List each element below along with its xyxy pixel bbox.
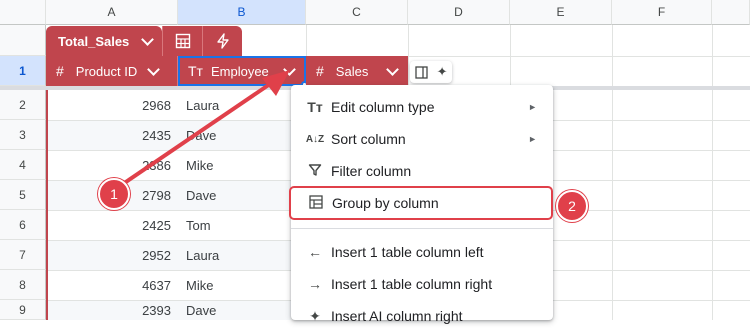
filter-icon bbox=[305, 163, 325, 180]
menu-item-sort-column[interactable]: A↓Z Sort column ► bbox=[291, 123, 553, 155]
menu-item-insert-ai-column-right[interactable]: ✦ Insert AI column right bbox=[291, 300, 553, 332]
menu-item-edit-column-type[interactable]: Tт Edit column type ► bbox=[291, 91, 553, 123]
arrow-left-icon: ← bbox=[308, 244, 322, 260]
menu-item-label: Edit column type bbox=[331, 99, 435, 115]
annotation-badge-1: 1 bbox=[98, 178, 130, 210]
menu-item-label: Insert AI column right bbox=[331, 308, 463, 324]
menu-divider bbox=[291, 228, 553, 229]
column-context-menu: Tт Edit column type ► A↓Z Sort column ► … bbox=[289, 85, 553, 324]
group-icon bbox=[306, 194, 326, 212]
menu-item-label: Sort column bbox=[331, 131, 406, 147]
arrow-right-icon: → bbox=[308, 276, 322, 292]
menu-item-group-by-column[interactable]: Group by column bbox=[289, 186, 553, 220]
sort-az-icon: A↓Z bbox=[305, 133, 325, 145]
menu-item-label: Filter column bbox=[331, 163, 412, 179]
annotation-badge-2: 2 bbox=[556, 190, 588, 222]
menu-item-label: Insert 1 table column left bbox=[331, 244, 484, 260]
menu-item-filter-column[interactable]: Filter column bbox=[291, 155, 553, 187]
menu-item-label: Insert 1 table column right bbox=[331, 276, 493, 292]
submenu-arrow-icon: ► bbox=[528, 134, 537, 144]
text-type-icon: Tт bbox=[307, 99, 323, 115]
menu-item-label: Group by column bbox=[332, 195, 439, 211]
menu-item-insert-column-right[interactable]: → Insert 1 table column right bbox=[291, 268, 553, 300]
submenu-arrow-icon: ► bbox=[528, 102, 537, 112]
menu-item-insert-column-left[interactable]: ← Insert 1 table column left bbox=[291, 236, 553, 268]
sparkle-icon: ✦ bbox=[309, 307, 321, 324]
